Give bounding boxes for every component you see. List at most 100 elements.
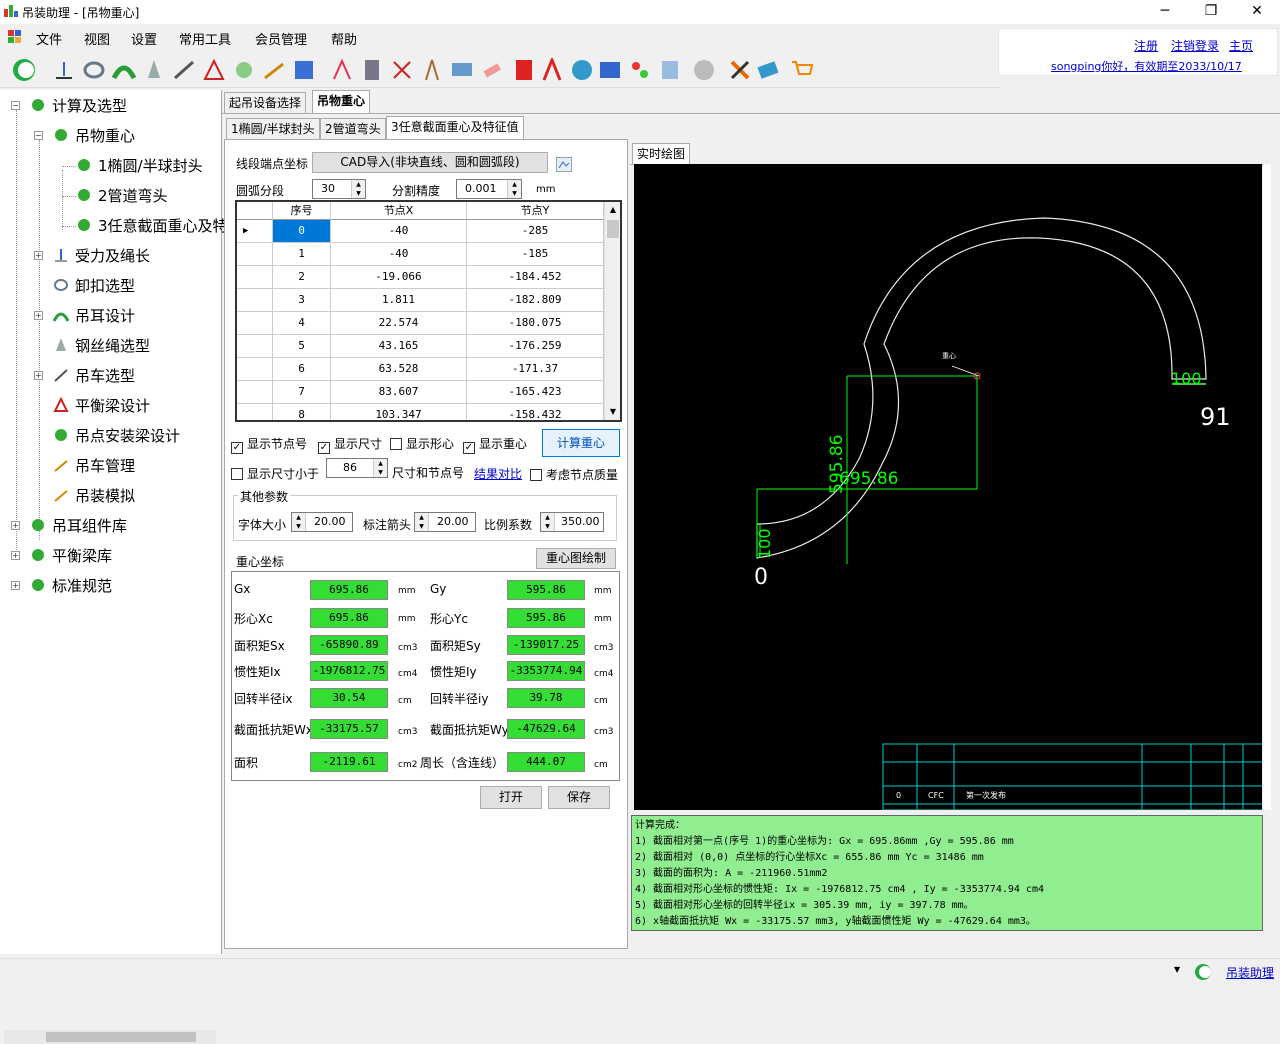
expand-toggle[interactable]: + (11, 521, 20, 530)
grid-cell-index[interactable]: 4 (273, 312, 331, 335)
menu-member[interactable]: 会员管理 (255, 29, 307, 48)
cad-import-button[interactable]: CAD导入(非块直线、圆和圆弧段) (312, 152, 548, 173)
row-header[interactable] (237, 381, 273, 404)
dim-threshold-spinner[interactable]: 86 ▲ ▼ (326, 458, 388, 478)
open-button[interactable]: 打开 (480, 786, 542, 809)
crane-icon[interactable] (172, 58, 196, 82)
toggle-icon[interactable] (12, 58, 36, 82)
grid-cell-index[interactable]: 2 (273, 266, 331, 289)
register-link[interactable]: 注册 (1134, 37, 1158, 54)
warning-icon[interactable] (692, 58, 716, 82)
menu-settings[interactable]: 设置 (131, 29, 157, 48)
expand-toggle[interactable]: + (11, 581, 20, 590)
install-beam-icon[interactable] (232, 58, 256, 82)
result-value[interactable]: -139017.25 (507, 635, 585, 655)
tree-item-force[interactable]: 受力及绳长 (53, 245, 150, 266)
show-dim-less-checkbox[interactable]: 显示尺寸小于 (231, 465, 319, 482)
show-cog-checkbox[interactable]: ✓ 显示重心 (463, 435, 527, 454)
tree-item-shackle[interactable]: 卸扣选型 (53, 275, 135, 296)
tab-elbow[interactable]: 2管道弯头 (320, 118, 386, 140)
result-value[interactable]: 30.54 (310, 688, 388, 708)
grid-cell-x[interactable]: 83.607 (331, 381, 467, 404)
grid-cell-x[interactable]: 1.811 (331, 289, 467, 312)
result-value[interactable]: -33175.57 (310, 719, 388, 739)
draw-cog-button[interactable]: 重心图绘制 (536, 548, 616, 569)
result-value[interactable]: 39.78 (507, 688, 585, 708)
arc-spinner[interactable]: 30 ▲ ▼ (312, 179, 366, 199)
tree-item-head[interactable]: 1椭圆/半球封头 (76, 155, 203, 176)
tools-icon[interactable] (728, 58, 752, 82)
globe-icon[interactable] (570, 58, 594, 82)
calculator-icon[interactable] (360, 58, 384, 82)
row-header[interactable] (237, 312, 273, 335)
expand-toggle[interactable]: + (11, 551, 20, 560)
result-value[interactable]: 695.86 (310, 580, 388, 600)
tab-head[interactable]: 1椭圆/半球封头 (226, 118, 320, 140)
calc-cog-button[interactable]: 计算重心 (542, 429, 620, 457)
menu-file[interactable]: 文件 (36, 29, 62, 48)
lug-icon[interactable] (112, 58, 136, 82)
row-header[interactable] (237, 358, 273, 381)
expand-toggle[interactable]: − (34, 131, 43, 140)
grid-cell-index[interactable]: 6 (273, 358, 331, 381)
result-value[interactable]: -47629.64 (507, 719, 585, 739)
grid-cell-index[interactable]: 0 (273, 220, 331, 243)
tab-realtime-draw[interactable]: 实时绘图 (632, 143, 691, 165)
tree-item-wire[interactable]: 钢丝绳选型 (53, 335, 150, 356)
pdf-icon[interactable] (512, 58, 536, 82)
status-dropdown-icon[interactable]: ▼ (1174, 965, 1180, 974)
tree-item-beam[interactable]: 平衡梁设计 (53, 395, 150, 416)
mdi-icon[interactable] (8, 30, 22, 44)
monitor-icon[interactable] (450, 58, 474, 82)
grid-cell-x[interactable]: 103.347 (331, 404, 467, 420)
font-size-spinner[interactable]: ▲ ▼ 20.00 (291, 512, 353, 532)
result-value[interactable]: -65890.89 (310, 635, 388, 655)
node-mass-checkbox[interactable]: 考虑节点质量 (530, 466, 618, 483)
menu-tools[interactable]: 常用工具 (179, 29, 231, 48)
grid-cell-x[interactable]: -40 (331, 243, 467, 266)
tree-item-crane[interactable]: 吊车选型 (53, 365, 135, 386)
tree-item-simulate[interactable]: 吊装模拟 (53, 485, 135, 506)
tree-item-section[interactable]: 3任意截面重心及特 (76, 215, 228, 236)
row-header[interactable] (237, 243, 273, 266)
scale-spinner[interactable]: ▲ ▼ 350.00 (540, 512, 604, 532)
colors-icon[interactable] (628, 58, 652, 82)
show-centroid-checkbox[interactable]: 显示形心 (390, 435, 454, 452)
grid-cell-index[interactable]: 1 (273, 243, 331, 266)
tree-item-cog[interactable]: 吊物重心 (53, 125, 135, 146)
result-value[interactable]: -3353774.94 (507, 661, 585, 681)
grid-cell-y[interactable]: -180.075 (467, 312, 604, 335)
row-header[interactable] (237, 335, 273, 358)
compare-link[interactable]: 结果对比 (474, 465, 522, 482)
drawing-canvas[interactable]: 695.86 595.86 100 100 0 91 重心 0 CFC 第一次发… (634, 164, 1264, 811)
grid-cell-x[interactable]: -19.066 (331, 266, 467, 289)
expand-toggle[interactable]: + (34, 311, 43, 320)
compass-icon[interactable] (420, 58, 444, 82)
tree-item-beam-lib[interactable]: 平衡梁库 (30, 545, 112, 566)
tree-scrollbar[interactable] (4, 1030, 216, 1044)
grid-scrollbar[interactable]: ▲ ▼ (604, 202, 620, 420)
row-header[interactable] (237, 404, 273, 420)
grid-cell-y[interactable]: -176.259 (467, 335, 604, 358)
restore-button[interactable]: ❐ (1188, 0, 1234, 24)
row-header[interactable] (237, 289, 273, 312)
tree-item-lug[interactable]: 吊耳设计 (53, 305, 135, 326)
text-tool-icon[interactable] (330, 58, 354, 82)
grid-cell-x[interactable]: 43.165 (331, 335, 467, 358)
menu-view[interactable]: 视图 (84, 29, 110, 48)
node-grid[interactable]: 序号 节点X 节点Y ▶ 0 -40 -285 1 -40 -185 2 -19.066 -184… (235, 200, 622, 422)
grid-cell-index[interactable]: 7 (273, 381, 331, 404)
font-icon[interactable] (540, 58, 564, 82)
tab-equipment[interactable]: 起吊设备选择 (224, 92, 307, 114)
tab-section[interactable]: 3任意截面重心及特征值 (386, 116, 524, 140)
tree-item-calc[interactable]: 计算及选型 (30, 95, 127, 116)
row-header[interactable] (237, 266, 273, 289)
grid-cell-index[interactable]: 8 (273, 404, 331, 420)
simulate-icon[interactable] (292, 58, 316, 82)
expand-toggle[interactable]: − (11, 101, 20, 110)
notepad-icon[interactable] (658, 58, 682, 82)
tree-item-standards[interactable]: 标准规范 (30, 575, 112, 596)
grid-cell-index[interactable]: 3 (273, 289, 331, 312)
close-button[interactable]: ✕ (1234, 0, 1280, 24)
grid-cell-y[interactable]: -171.37 (467, 358, 604, 381)
